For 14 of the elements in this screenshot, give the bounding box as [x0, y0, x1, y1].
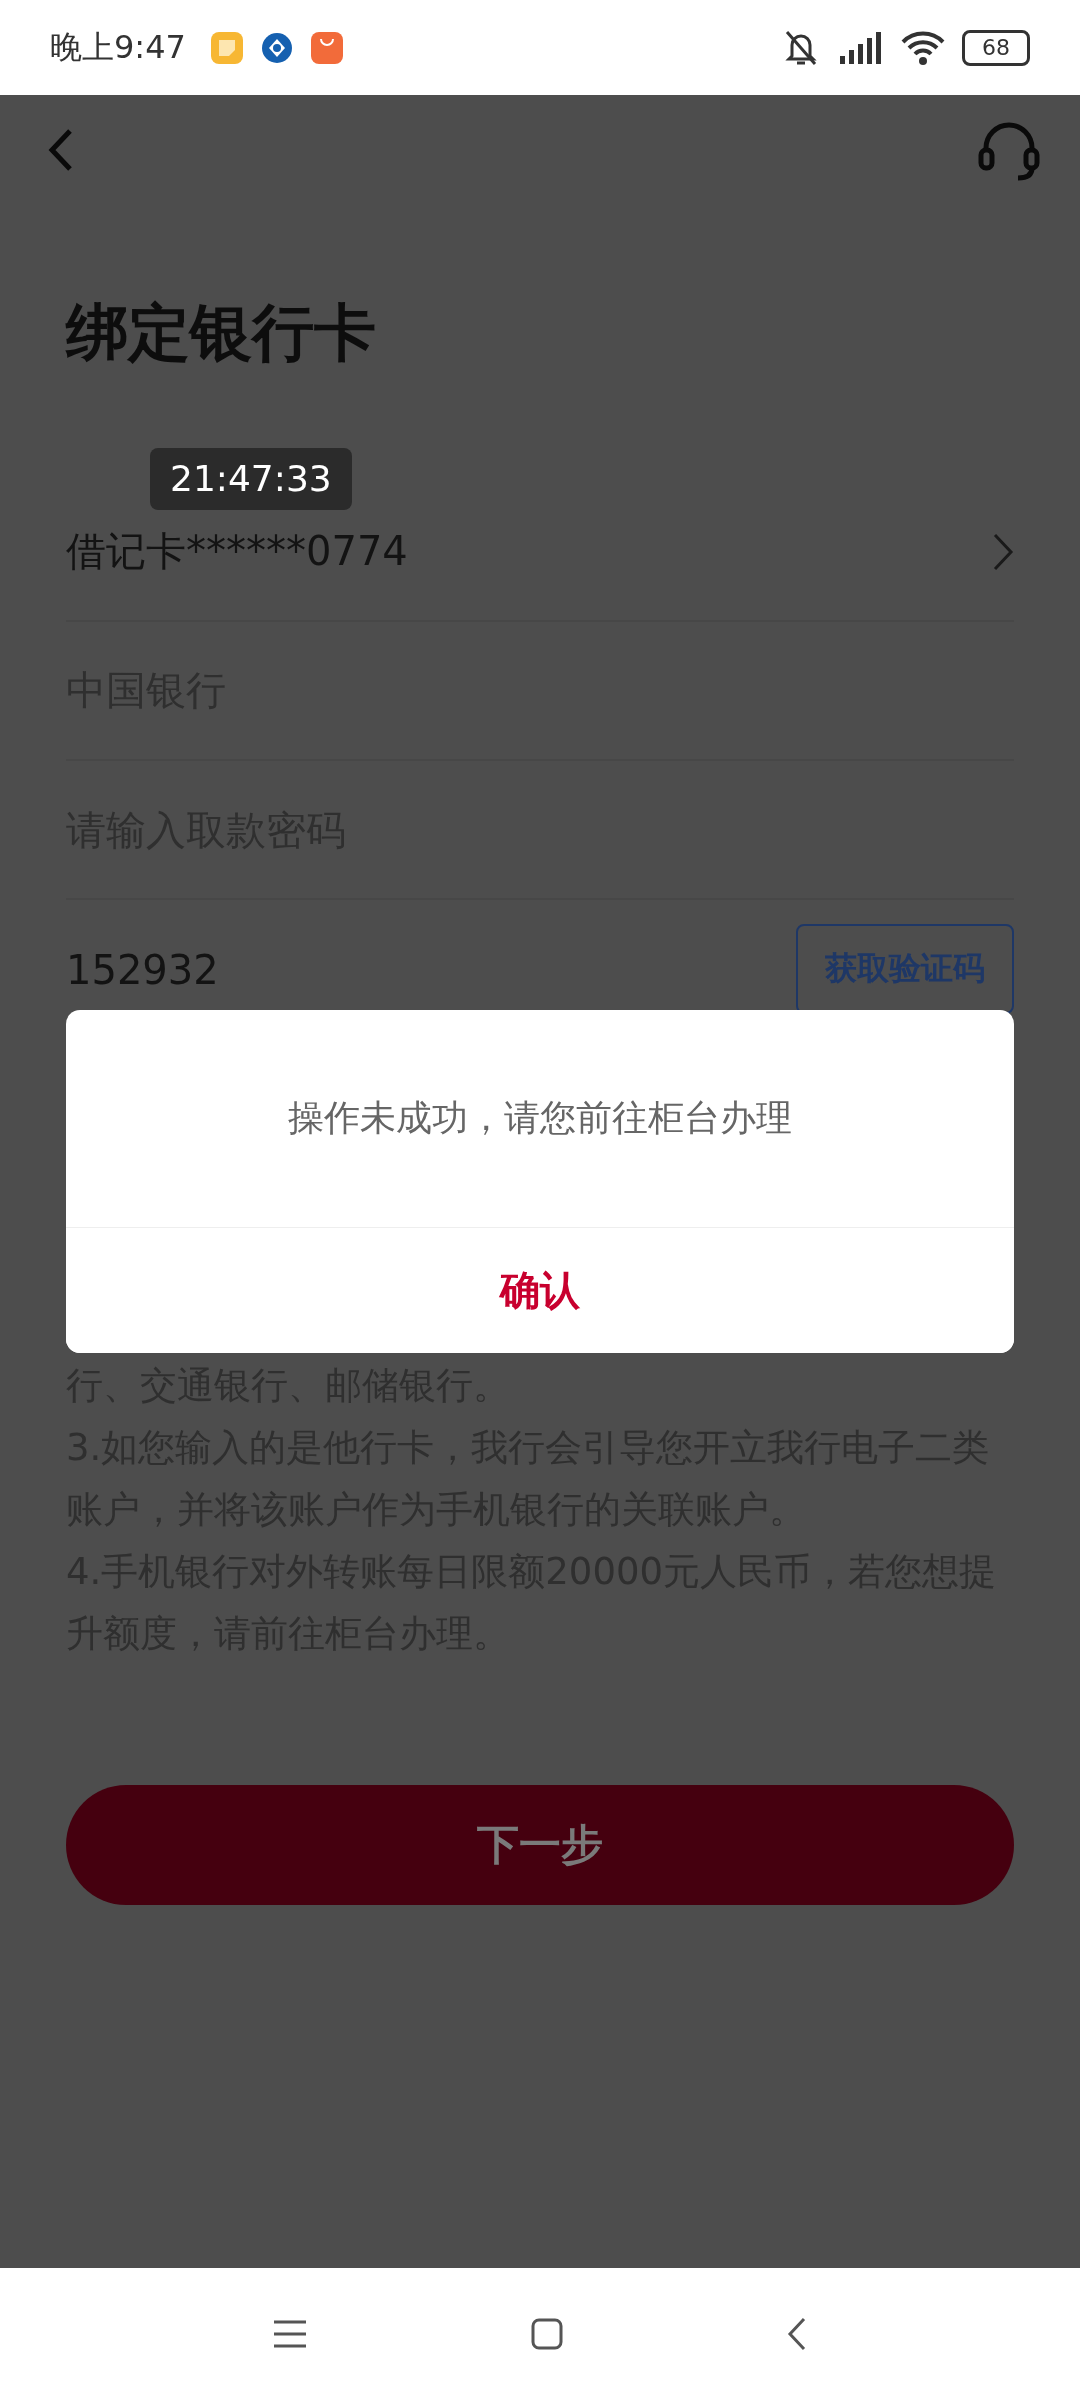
- bank-app-icon: [259, 30, 294, 65]
- shop-app-icon: [309, 30, 344, 65]
- card-selector[interactable]: 借记卡******0774: [66, 524, 408, 579]
- home-square-icon[interactable]: [530, 2317, 564, 2351]
- menu-icon[interactable]: [272, 2319, 308, 2349]
- wifi-icon: [900, 29, 946, 66]
- back-icon[interactable]: [786, 2316, 808, 2352]
- notes-app-icon: [209, 30, 244, 65]
- status-time: 晚上9:47: [50, 26, 186, 68]
- timestamp-overlay: 21:47:33: [150, 448, 352, 510]
- dialog-message: 操作未成功，请您前往柜台办理: [288, 1096, 792, 1140]
- code-field[interactable]: 152932: [66, 946, 666, 993]
- page-title: 绑定银行卡: [66, 295, 376, 371]
- battery-indicator: 68: [962, 29, 1030, 66]
